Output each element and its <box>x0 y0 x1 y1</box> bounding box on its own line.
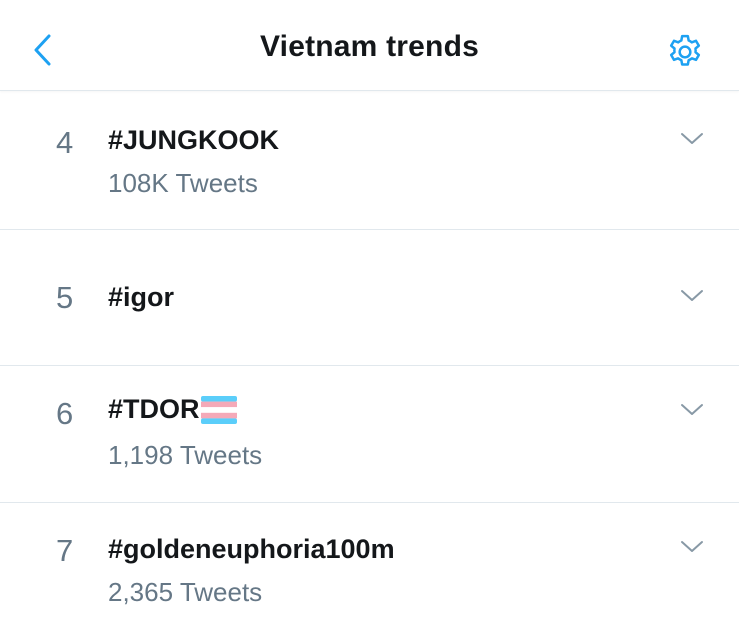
gear-icon <box>669 34 701 66</box>
trends-list: 4 #JUNGKOOK 108K Tweets 5 #igor 6 #TDOR … <box>0 91 739 640</box>
chevron-down-icon <box>681 541 703 552</box>
trend-item[interactable]: 6 #TDOR 1,198 Tweets <box>0 366 739 503</box>
chevron-down-icon <box>681 133 703 144</box>
trend-rank: 5 <box>56 280 74 315</box>
trend-tweet-count: 1,198 Tweets <box>108 440 263 470</box>
trend-options-button[interactable] <box>679 539 705 555</box>
trend-options-button[interactable] <box>679 288 705 304</box>
trend-item[interactable]: 4 #JUNGKOOK 108K Tweets <box>0 91 739 230</box>
trend-tweet-count: 108K Tweets <box>108 168 258 198</box>
trend-options-button[interactable] <box>679 131 705 147</box>
trend-rank: 7 <box>56 533 74 568</box>
chevron-down-icon <box>681 404 703 415</box>
nav-header: Vietnam trends <box>0 0 739 91</box>
page-title: Vietnam trends <box>260 30 479 63</box>
settings-button[interactable] <box>661 28 709 76</box>
trend-rank: 6 <box>56 396 74 431</box>
trend-options-button[interactable] <box>679 402 705 418</box>
trends-screen: Vietnam trends 4 #JUNGKOOK 108K Tweets 5… <box>0 0 739 640</box>
trend-name-wrap: #TDOR <box>108 394 237 425</box>
trend-name: #JUNGKOOK <box>108 125 280 155</box>
chevron-down-icon <box>681 290 703 301</box>
transgender-flag-icon <box>200 395 237 424</box>
trend-rank: 4 <box>56 125 74 160</box>
trend-item[interactable]: 7 #goldeneuphoria100m 2,365 Tweets <box>0 503 739 640</box>
trend-item[interactable]: 5 #igor <box>0 230 739 366</box>
trend-name: #goldeneuphoria100m <box>108 534 395 564</box>
trend-tweet-count: 2,365 Tweets <box>108 577 263 607</box>
trend-name: #TDOR <box>108 394 200 424</box>
trend-name: #igor <box>108 282 175 312</box>
